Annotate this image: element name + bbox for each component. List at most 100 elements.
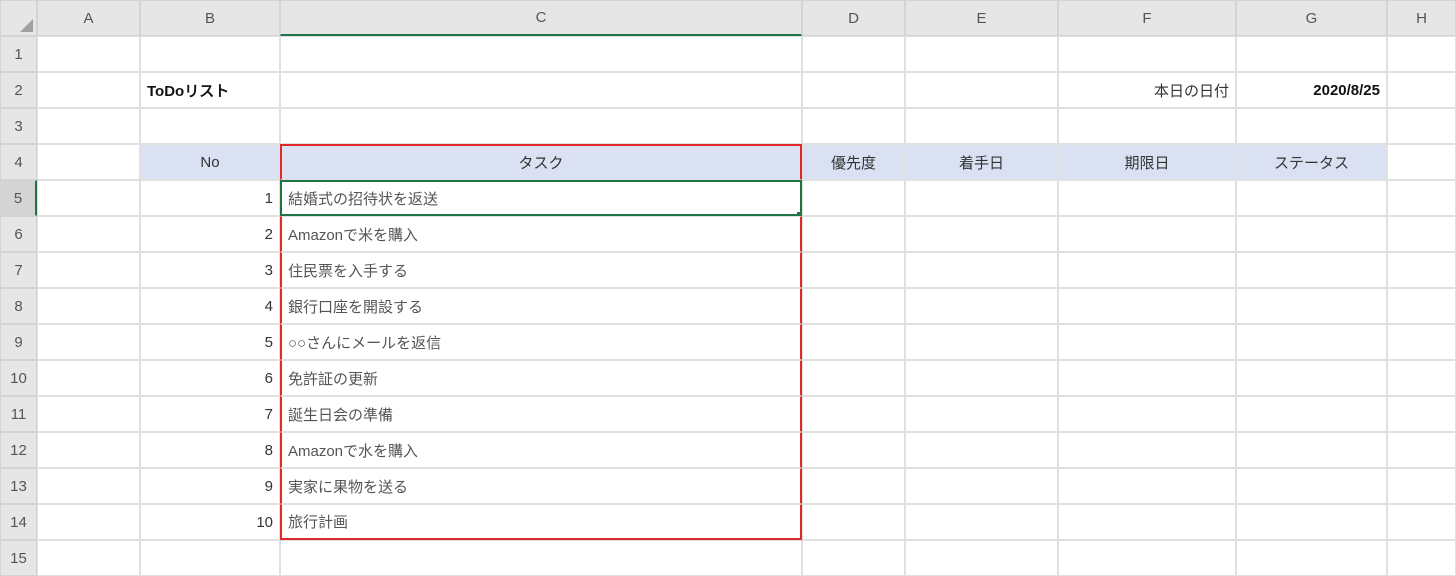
cell-D13[interactable] (802, 468, 905, 504)
cell-E11[interactable] (905, 396, 1058, 432)
cell-E15[interactable] (905, 540, 1058, 576)
row-header-3[interactable]: 3 (0, 108, 37, 144)
cell-A12[interactable] (37, 432, 140, 468)
cell-G1[interactable] (1236, 36, 1387, 72)
cell-C10[interactable]: 免許証の更新 (280, 360, 802, 396)
col-header-H[interactable]: H (1387, 0, 1456, 36)
cell-G13[interactable] (1236, 468, 1387, 504)
cell-D12[interactable] (802, 432, 905, 468)
cell-G8[interactable] (1236, 288, 1387, 324)
cell-B4[interactable]: No (140, 144, 280, 180)
cell-B3[interactable] (140, 108, 280, 144)
cell-H9[interactable] (1387, 324, 1456, 360)
cell-F14[interactable] (1058, 504, 1236, 540)
cell-B7[interactable]: 3 (140, 252, 280, 288)
cell-A9[interactable] (37, 324, 140, 360)
cell-D10[interactable] (802, 360, 905, 396)
cell-G12[interactable] (1236, 432, 1387, 468)
cell-E3[interactable] (905, 108, 1058, 144)
row-header-9[interactable]: 9 (0, 324, 37, 360)
row-header-12[interactable]: 12 (0, 432, 37, 468)
cell-E2[interactable] (905, 72, 1058, 108)
cell-H3[interactable] (1387, 108, 1456, 144)
cell-C4[interactable]: タスク (280, 144, 802, 180)
cell-B10[interactable]: 6 (140, 360, 280, 396)
col-header-B[interactable]: B (140, 0, 280, 36)
cell-F2[interactable]: 本日の日付 (1058, 72, 1236, 108)
cell-A1[interactable] (37, 36, 140, 72)
cell-E14[interactable] (905, 504, 1058, 540)
cell-G3[interactable] (1236, 108, 1387, 144)
cell-A14[interactable] (37, 504, 140, 540)
cell-D15[interactable] (802, 540, 905, 576)
cell-D8[interactable] (802, 288, 905, 324)
cell-D1[interactable] (802, 36, 905, 72)
cell-H4[interactable] (1387, 144, 1456, 180)
cell-B8[interactable]: 4 (140, 288, 280, 324)
cell-G10[interactable] (1236, 360, 1387, 396)
cell-A10[interactable] (37, 360, 140, 396)
cell-B5[interactable]: 1 (140, 180, 280, 216)
cell-B9[interactable]: 5 (140, 324, 280, 360)
cell-B15[interactable] (140, 540, 280, 576)
col-header-C[interactable]: C (280, 0, 802, 36)
cell-F15[interactable] (1058, 540, 1236, 576)
cell-D3[interactable] (802, 108, 905, 144)
cell-E6[interactable] (905, 216, 1058, 252)
row-header-7[interactable]: 7 (0, 252, 37, 288)
cell-F1[interactable] (1058, 36, 1236, 72)
cell-C9[interactable]: ○○さんにメールを返信 (280, 324, 802, 360)
cell-H12[interactable] (1387, 432, 1456, 468)
cell-F6[interactable] (1058, 216, 1236, 252)
col-header-G[interactable]: G (1236, 0, 1387, 36)
cell-C3[interactable] (280, 108, 802, 144)
cell-E12[interactable] (905, 432, 1058, 468)
cell-F8[interactable] (1058, 288, 1236, 324)
cell-G9[interactable] (1236, 324, 1387, 360)
cell-B2[interactable]: ToDoリスト (140, 72, 280, 108)
cell-G7[interactable] (1236, 252, 1387, 288)
cell-C14[interactable]: 旅行計画 (280, 504, 802, 540)
cell-A5[interactable] (37, 180, 140, 216)
cell-A13[interactable] (37, 468, 140, 504)
cell-B13[interactable]: 9 (140, 468, 280, 504)
cell-B6[interactable]: 2 (140, 216, 280, 252)
cell-A8[interactable] (37, 288, 140, 324)
cell-C1[interactable] (280, 36, 802, 72)
select-all-corner[interactable] (0, 0, 37, 36)
row-header-4[interactable]: 4 (0, 144, 37, 180)
cell-G15[interactable] (1236, 540, 1387, 576)
cell-E10[interactable] (905, 360, 1058, 396)
cell-D5[interactable] (802, 180, 905, 216)
cell-B14[interactable]: 10 (140, 504, 280, 540)
cell-H5[interactable] (1387, 180, 1456, 216)
row-header-8[interactable]: 8 (0, 288, 37, 324)
cell-G14[interactable] (1236, 504, 1387, 540)
cell-F13[interactable] (1058, 468, 1236, 504)
cell-E5[interactable] (905, 180, 1058, 216)
cell-A6[interactable] (37, 216, 140, 252)
cell-C11[interactable]: 誕生日会の準備 (280, 396, 802, 432)
cell-G11[interactable] (1236, 396, 1387, 432)
cell-D7[interactable] (802, 252, 905, 288)
cell-D11[interactable] (802, 396, 905, 432)
cell-G6[interactable] (1236, 216, 1387, 252)
cell-C13[interactable]: 実家に果物を送る (280, 468, 802, 504)
cell-F11[interactable] (1058, 396, 1236, 432)
cell-H2[interactable] (1387, 72, 1456, 108)
row-header-15[interactable]: 15 (0, 540, 37, 576)
cell-A15[interactable] (37, 540, 140, 576)
cell-H15[interactable] (1387, 540, 1456, 576)
cell-H14[interactable] (1387, 504, 1456, 540)
row-header-10[interactable]: 10 (0, 360, 37, 396)
cell-D2[interactable] (802, 72, 905, 108)
cell-F4[interactable]: 期限日 (1058, 144, 1236, 180)
cell-E7[interactable] (905, 252, 1058, 288)
cell-C6[interactable]: Amazonで米を購入 (280, 216, 802, 252)
cell-E9[interactable] (905, 324, 1058, 360)
cell-H8[interactable] (1387, 288, 1456, 324)
row-header-6[interactable]: 6 (0, 216, 37, 252)
row-header-13[interactable]: 13 (0, 468, 37, 504)
cell-F3[interactable] (1058, 108, 1236, 144)
row-header-11[interactable]: 11 (0, 396, 37, 432)
